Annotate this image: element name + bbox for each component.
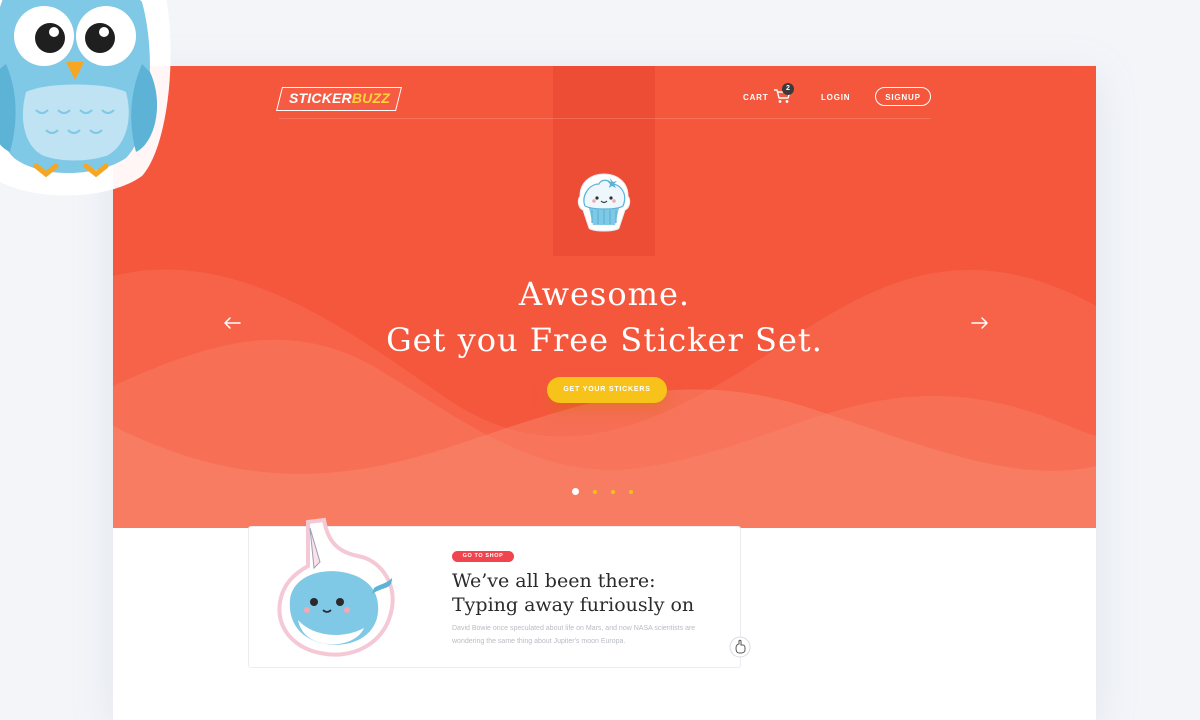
slide-dot-1[interactable] <box>572 488 579 495</box>
slide-dot-3[interactable] <box>611 490 615 494</box>
slide-dot-4[interactable] <box>629 490 633 494</box>
top-navigation: STICKERBUZZ CART 2 LOGIN SIGNUP <box>276 66 931 119</box>
hero-slider: STICKERBUZZ CART 2 LOGIN SIGNUP Awesome.… <box>113 66 1096 528</box>
signup-button[interactable]: SIGNUP <box>875 87 931 106</box>
cursor-hand-icon <box>729 636 751 658</box>
cart-link[interactable]: CART <box>743 93 768 102</box>
feature-description: David Bowie once speculated about life o… <box>452 625 696 645</box>
logo-part-2: BUZZ <box>351 90 390 106</box>
narwhal-sticker-icon <box>277 517 395 657</box>
slide-dot-2[interactable] <box>593 490 597 494</box>
cart-count-badge: 2 <box>782 83 794 95</box>
owl-sticker-icon <box>0 0 171 196</box>
arrow-right-icon[interactable] <box>971 316 989 330</box>
go-to-shop-badge[interactable]: GO TO SHOP <box>452 551 514 562</box>
logo[interactable]: STICKERBUZZ <box>289 90 390 106</box>
feature-title-line-2: Typing away furiously on <box>452 594 695 616</box>
hero-headline-line-1: Awesome. <box>518 275 691 313</box>
login-link[interactable]: LOGIN <box>821 93 850 102</box>
slider-pagination <box>572 488 642 496</box>
get-stickers-button[interactable]: GET YOUR STICKERS <box>547 377 667 403</box>
logo-part-1: STICKER <box>289 90 352 106</box>
cupcake-sticker-icon <box>577 173 631 232</box>
arrow-left-icon[interactable] <box>223 316 241 330</box>
feature-title-line-1: We’ve all been there: <box>452 570 656 592</box>
hero-headline-line-2: Get you Free Sticker Set. <box>386 321 823 359</box>
